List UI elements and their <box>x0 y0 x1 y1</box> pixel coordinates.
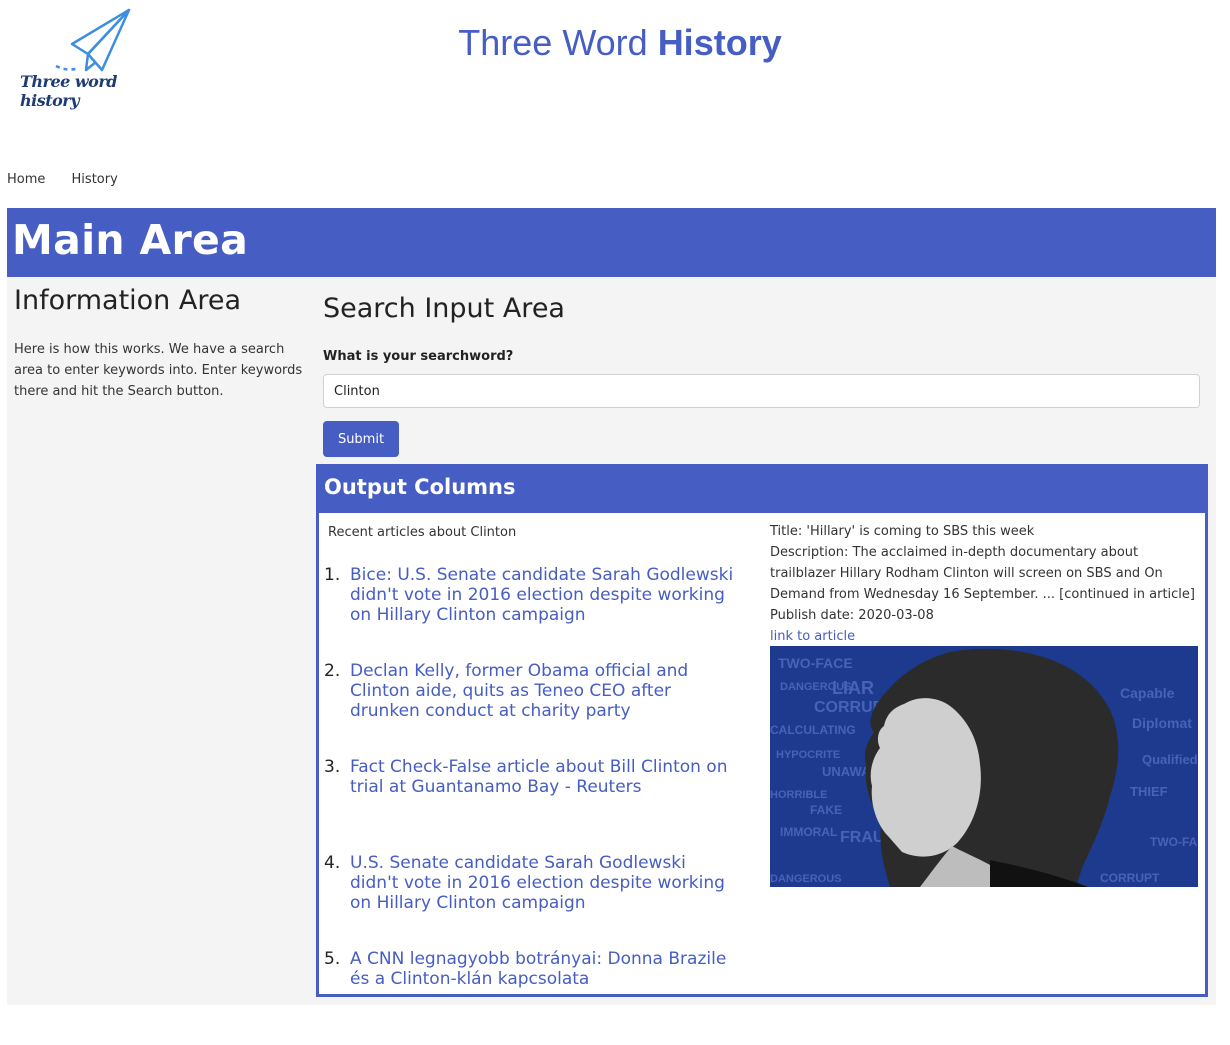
main-area-body: Information Area Here is how this works.… <box>7 277 1216 1005</box>
image-word: FAKE <box>810 803 842 817</box>
logo-text: Three word history <box>20 72 117 110</box>
output-columns: Output Columns Recent articles about Cli… <box>316 464 1214 997</box>
list-item: 2. Declan Kelly, former Obama official an… <box>324 661 739 757</box>
list-item: 3. Fact Check-False article about Bill Cl… <box>324 757 739 853</box>
searchword-label: What is your searchword? <box>323 349 514 364</box>
list-number: 2. <box>324 661 341 681</box>
main-area-header: Main Area <box>7 208 1216 277</box>
searchword-input[interactable] <box>323 374 1200 408</box>
submit-button[interactable]: Submit <box>323 421 399 457</box>
article-link[interactable]: Declan Kelly, former Obama official and … <box>350 661 688 721</box>
image-word: Diplomat <box>1132 715 1192 731</box>
portrait-image: TWO-FACE DANGEROUS LIAR CORRUPT CALCULATING H… <box>770 646 1214 887</box>
site-title-light: Three Word <box>458 22 658 63</box>
recent-articles-label: Recent articles about Clinton <box>328 525 517 540</box>
list-item: 5. A CNN legnagyobb botrányai: Donna Braz… <box>324 949 739 1045</box>
image-word: CALCULATING <box>770 723 856 737</box>
image-word: TWO-FACE <box>1150 835 1198 849</box>
output-columns-header: Output Columns <box>319 467 1205 513</box>
article-publish-date: Publish date: 2020-03-08 <box>770 608 934 623</box>
article-link[interactable]: A CNN legnagyobb botrányai: Donna Brazil… <box>350 949 726 989</box>
article-link[interactable]: Fact Check-False article about Bill Clin… <box>350 757 728 797</box>
image-word: HORRIBLE <box>770 789 827 801</box>
search-area-title: Search Input Area <box>323 293 565 324</box>
list-number: 3. <box>324 757 341 777</box>
article-link[interactable]: Bice: U.S. Senate candidate Sarah Godlew… <box>350 565 733 625</box>
main-area-title: Main Area <box>12 216 249 264</box>
information-area-text: Here is how this works. We have a search… <box>14 342 303 399</box>
link-to-article[interactable]: link to article <box>770 629 855 644</box>
image-word: LIAR <box>832 678 874 698</box>
image-word: TWO-FACE <box>778 655 853 671</box>
nav-history-link[interactable]: History <box>72 172 118 187</box>
site-title: Three Word History <box>0 22 1230 64</box>
nav-bar: Home History <box>7 172 140 187</box>
nav-home-link[interactable]: Home <box>7 172 45 187</box>
image-word: HYPOCRITE <box>776 749 840 761</box>
list-item: 4. U.S. Senate candidate Sarah Godlewski … <box>324 853 739 949</box>
site-title-bold: History <box>657 22 782 63</box>
image-word: Qualified <box>1142 752 1198 767</box>
article-details: Title: 'Hillary' is coming to SBS this w… <box>770 521 1202 647</box>
information-area-title: Information Area <box>14 285 242 316</box>
image-word: DANGEROUS <box>770 873 842 885</box>
output-columns-title: Output Columns <box>324 475 516 499</box>
list-number: 1. <box>324 565 341 585</box>
list-item: 1. Bice: U.S. Senate candidate Sarah Godl… <box>324 565 739 661</box>
article-list: 1. Bice: U.S. Senate candidate Sarah Godl… <box>324 565 739 1045</box>
article-title: Title: 'Hillary' is coming to SBS this w… <box>770 524 1035 539</box>
image-word: THIEF <box>1130 784 1168 799</box>
image-word: IMMORAL <box>780 825 837 839</box>
list-number: 4. <box>324 853 341 873</box>
article-description: Description: The acclaimed in-depth docu… <box>770 545 1195 602</box>
article-link[interactable]: U.S. Senate candidate Sarah Godlewski di… <box>350 853 725 913</box>
list-number: 5. <box>324 949 341 969</box>
image-word: CORRUPT <box>1100 871 1160 885</box>
article-image: TWO-FACE DANGEROUS LIAR CORRUPT CALCULATING H… <box>770 646 1214 887</box>
image-word: Capable <box>1120 685 1175 701</box>
